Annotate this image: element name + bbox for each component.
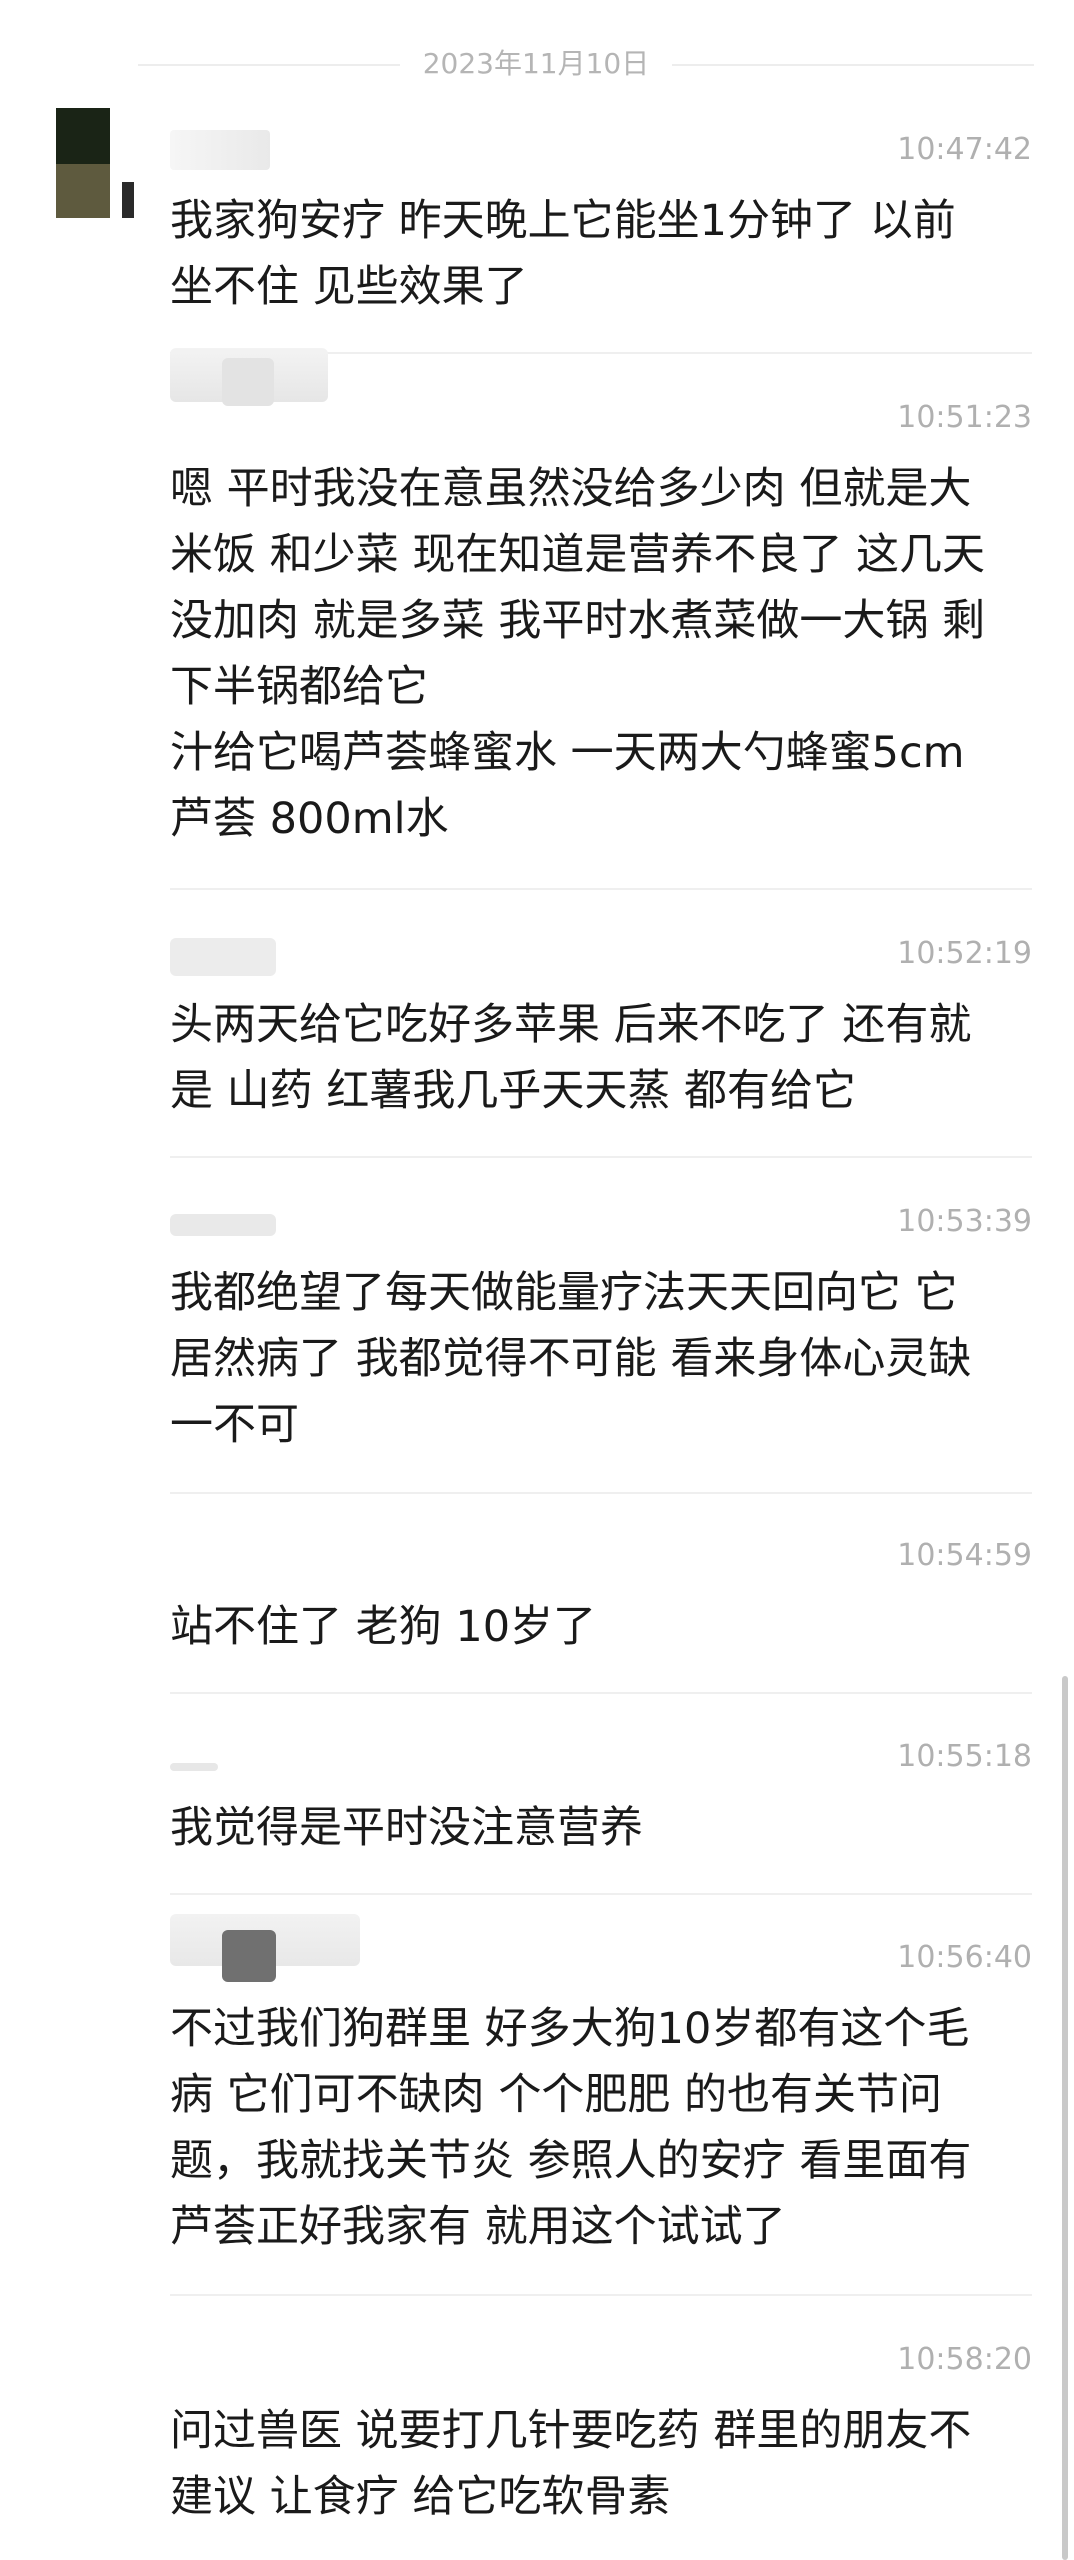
message-divider xyxy=(170,1893,1032,1895)
message-text[interactable]: 我都绝望了每天做能量疗法天天回向它 它 居然病了 我都觉得不可能 看来身体心灵缺… xyxy=(170,1260,1032,1458)
message-text[interactable]: 我家狗安疗 昨天晚上它能坐1分钟了 以前 坐不住 见些效果了 xyxy=(170,188,1032,320)
sender-name-blurred xyxy=(170,1763,218,1771)
message-text[interactable]: 头两天给它吃好多苹果 后来不吃了 还有就 是 山药 红薯我几乎天天蒸 都有给它 xyxy=(170,992,1032,1124)
date-separator-label: 2023年11月10日 xyxy=(422,47,650,80)
message-text[interactable]: 嗯 平时我没在意虽然没给多少肉 但就是大 米饭 和少菜 现在知道是营养不良了 这… xyxy=(170,456,1032,852)
message-text[interactable]: 站不住了 老狗 10岁了 xyxy=(170,1594,1032,1660)
message-time: 10:53:39 xyxy=(897,1204,1032,1239)
message-time: 10:52:19 xyxy=(897,936,1032,971)
sender-name-blurred xyxy=(170,938,276,976)
avatar-pixel-block xyxy=(56,108,110,164)
message-divider xyxy=(170,1692,1032,1694)
message-time: 10:54:59 xyxy=(897,1538,1032,1573)
sender-name-blurred xyxy=(222,358,274,406)
avatar[interactable] xyxy=(56,108,136,218)
date-separator-line-left xyxy=(138,64,400,66)
message-text[interactable]: 问过兽医 说要打几针要吃药 群里的朋友不 建议 让食疗 给它吃软骨素 xyxy=(170,2398,1032,2530)
message-time: 10:56:40 xyxy=(897,1940,1032,1975)
scrollbar[interactable] xyxy=(1062,1676,1068,2560)
message-divider xyxy=(170,1492,1032,1494)
message-text[interactable]: 我觉得是平时没注意营养 xyxy=(170,1795,1032,1861)
message-divider xyxy=(170,2294,1032,2296)
sender-name-blurred xyxy=(170,130,270,170)
message-divider xyxy=(170,1156,1032,1158)
message-divider xyxy=(170,888,1032,890)
sender-name-blurred xyxy=(222,1930,276,1982)
date-separator-line-right xyxy=(672,64,1034,66)
date-separator: 2023年11月10日 xyxy=(0,42,1074,86)
message-time: 10:47:42 xyxy=(897,132,1032,167)
message-time: 10:55:18 xyxy=(897,1739,1032,1774)
message-time: 10:58:20 xyxy=(897,2342,1032,2377)
message-text[interactable]: 不过我们狗群里 好多大狗10岁都有这个毛 病 它们可不缺肉 个个肥肥 的也有关节… xyxy=(170,1996,1032,2260)
avatar-pixel-block xyxy=(122,182,134,218)
sender-name-blurred xyxy=(170,1214,276,1236)
message-time: 10:51:23 xyxy=(897,400,1032,435)
avatar-pixel-block xyxy=(56,164,110,218)
